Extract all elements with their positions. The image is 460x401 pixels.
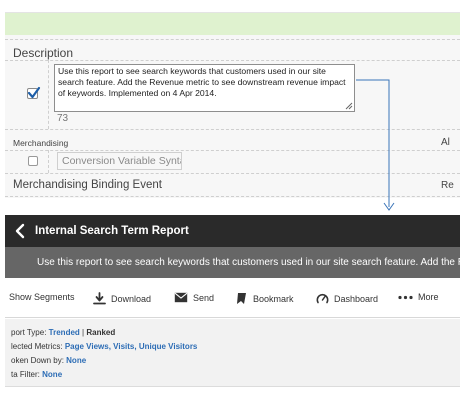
send-button[interactable]: Send (174, 292, 214, 303)
data-filter-label: ta Filter: (11, 370, 40, 379)
report-metadata: port Type: Trended | Ranked lected Metri… (5, 319, 460, 387)
checkmark-icon (27, 86, 41, 99)
ranked-option: Ranked (86, 328, 116, 337)
divider (5, 196, 460, 197)
gauge-icon (316, 293, 329, 304)
page-views-link[interactable]: Page Views (65, 342, 109, 351)
screenshot-frame: Description Use this report to see searc… (0, 0, 460, 401)
divider (5, 150, 460, 151)
selected-metrics-line: lected Metrics: Page Views, Visits, Uniq… (11, 342, 197, 351)
resize-handle-icon[interactable] (345, 102, 353, 110)
dashboard-button[interactable]: Dashboard (316, 292, 378, 305)
divider (48, 60, 49, 129)
report-type-separator: | (82, 328, 85, 337)
data-filter-line: ta Filter: None (11, 370, 62, 379)
divider (5, 39, 460, 40)
metrics-comma: , (108, 342, 111, 351)
selected-metrics-label: lected Metrics: (11, 342, 63, 351)
merchandising-syntax-field[interactable]: Conversion Variable Syntax (57, 152, 182, 170)
show-segments-button[interactable]: Show Segments (9, 292, 75, 302)
metrics-comma: , (134, 342, 137, 351)
description-checkbox[interactable] (27, 86, 41, 99)
merchandising-checkbox[interactable] (28, 156, 38, 166)
send-label: Send (193, 292, 215, 303)
envelope-icon (174, 292, 188, 303)
bookmark-button[interactable]: Bookmark (234, 292, 294, 305)
merchandising-label: Merchandising (13, 138, 69, 148)
back-chevron-icon[interactable] (13, 223, 27, 239)
download-label: Download (111, 293, 152, 304)
show-segments-label: Show Segments (9, 292, 75, 302)
report-type-label: port Type: (11, 328, 47, 337)
bookmark-label: Bookmark (253, 293, 294, 304)
trended-link[interactable]: Trended (49, 328, 80, 337)
visits-link[interactable]: Visits (113, 342, 134, 351)
column-header-cut: Re (441, 180, 454, 191)
dashboard-label: Dashboard (334, 293, 379, 304)
divider (5, 173, 460, 174)
report-title: Internal Search Term Report (35, 225, 189, 237)
broken-down-by-line: oken Down by: None (11, 356, 86, 365)
broken-down-by-label: oken Down by: (11, 356, 64, 365)
description-label: Description (13, 46, 74, 60)
more-button[interactable]: More (398, 292, 439, 302)
unique-visitors-link[interactable]: Unique Visitors (139, 342, 198, 351)
success-strip (5, 13, 460, 35)
character-count: 73 (57, 113, 69, 124)
description-textarea[interactable]: Use this report to see search keywords t… (54, 64, 355, 112)
data-filter-link[interactable]: None (42, 370, 62, 379)
broken-down-by-link[interactable]: None (66, 356, 86, 365)
report-type-line: port Type: Trended | Ranked (11, 328, 115, 337)
report-description: Use this report to see search keywords t… (37, 257, 460, 268)
column-header-cut: Al (441, 137, 450, 148)
more-dots-icon (398, 295, 413, 299)
merchandising-binding-event-label: Merchandising Binding Event (13, 179, 162, 191)
bookmark-icon (237, 293, 246, 304)
divider (48, 150, 49, 173)
download-icon (93, 292, 106, 305)
divider (5, 60, 460, 61)
divider (5, 129, 460, 130)
more-label: More (418, 292, 439, 302)
download-button[interactable]: Download (93, 292, 151, 305)
